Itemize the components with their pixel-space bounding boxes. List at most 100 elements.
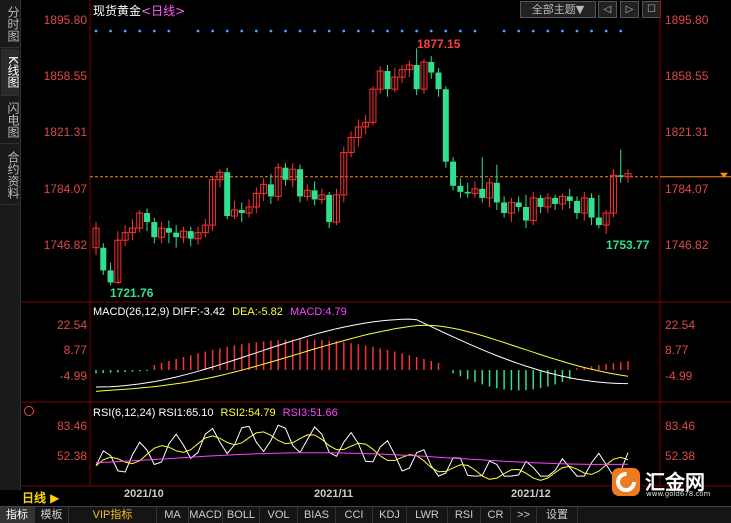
tab-lwr[interactable]: LWR	[407, 507, 448, 523]
signal-dot	[444, 29, 448, 33]
tab-cr[interactable]: CR	[481, 507, 511, 523]
candle-body	[573, 200, 580, 214]
signal-dot	[196, 29, 200, 33]
rsi3-line	[95, 452, 629, 465]
candle-body	[537, 197, 544, 207]
macd-diff: DIFF:-3.42	[172, 306, 226, 318]
candle-body	[493, 182, 500, 203]
candle-body	[595, 217, 602, 226]
signal-dot	[590, 29, 593, 33]
candle-body	[457, 185, 464, 192]
candle-body	[413, 65, 420, 90]
signal-dot	[356, 29, 360, 33]
rsi-tick-left: 52.38	[56, 449, 87, 463]
candle-body	[566, 196, 573, 201]
candle-body	[107, 270, 114, 283]
candle-body	[428, 61, 435, 73]
price-tick-left: 1821.31	[43, 125, 87, 139]
rsi-legend: RSI(6,12,24) RSI1:65.10 RSI2:54.79 RSI3:…	[93, 407, 338, 419]
signal-dot	[400, 29, 404, 33]
rsi3-value: RSI3:51.66	[282, 407, 338, 419]
signal-dot	[298, 29, 302, 33]
signal-dot	[94, 29, 98, 33]
tab-bias[interactable]: BIAS	[298, 507, 336, 523]
tab-indicators[interactable]: 指标	[0, 507, 35, 523]
signal-dot	[109, 29, 112, 33]
rsi2-line	[95, 431, 629, 481]
signal-dot	[561, 29, 564, 33]
signal-dot	[604, 29, 608, 33]
chart-canvas[interactable]	[0, 0, 731, 522]
low-annotation: 1721.76	[110, 286, 154, 300]
rsi-tick-right: 52.38	[665, 449, 696, 463]
tab-cci[interactable]: CCI	[336, 507, 373, 523]
candle-body	[267, 184, 274, 197]
rsi2-value: RSI2:54.79	[220, 407, 276, 419]
candle-body	[588, 197, 595, 218]
tab-vip-indicators[interactable]: VIP指标	[69, 507, 157, 523]
price-tick-right: 1746.82	[665, 238, 709, 252]
candle-body	[173, 232, 180, 238]
candle-body	[552, 197, 559, 204]
period-selector[interactable]: 日线 ▶	[22, 489, 59, 506]
signal-dot	[473, 29, 477, 33]
tab-rsi[interactable]: RSI	[448, 507, 481, 523]
date-label: 2021/12	[511, 488, 551, 500]
candle-body	[100, 247, 107, 271]
rsi-name: RSI(6,12,24)	[93, 407, 156, 419]
tab-more[interactable]: >>	[511, 507, 537, 523]
signal-dot	[415, 29, 419, 33]
macd-value: MACD:4.79	[289, 306, 347, 318]
tab-ma[interactable]: MA	[157, 507, 189, 523]
indicator-lines	[95, 318, 629, 481]
price-tick-right: 1895.80	[665, 13, 709, 27]
signal-dot	[167, 29, 171, 33]
signal-dot	[123, 29, 127, 33]
candle-body	[144, 213, 151, 223]
signal-dot	[342, 29, 346, 33]
price-tick-right: 1784.07	[665, 182, 709, 196]
signal-dot	[371, 29, 375, 33]
candlesticks	[92, 48, 632, 286]
signal-dot	[284, 29, 287, 33]
signal-dot	[211, 29, 215, 33]
signal-dot	[531, 29, 535, 33]
price-tick-left: 1895.80	[43, 13, 87, 27]
tab-settings[interactable]: 设置	[537, 507, 578, 523]
tab-macd[interactable]: MACD	[189, 507, 223, 523]
candle-body	[282, 167, 289, 180]
signal-dot	[254, 29, 258, 33]
signal-dot	[313, 29, 317, 33]
signal-dot	[138, 29, 142, 33]
candle-body	[617, 175, 624, 177]
tab-kdj[interactable]: KDJ	[373, 507, 407, 523]
macd-name: MACD(26,12,9)	[93, 306, 170, 318]
tab-templates[interactable]: 模板	[35, 507, 69, 523]
price-tick-left: 1858.55	[43, 69, 87, 83]
signal-dot	[502, 29, 506, 33]
recent-low-annotation: 1753.77	[606, 238, 650, 252]
signal-dot	[240, 29, 244, 33]
candle-body	[522, 206, 529, 221]
candle-body	[464, 191, 471, 194]
signal-dot	[386, 29, 389, 33]
macd-tick-left: 22.54	[56, 318, 87, 332]
tab-vol[interactable]: VOL	[260, 507, 298, 523]
macd-histogram	[95, 339, 629, 391]
logo-url: www.gold678.com	[646, 490, 711, 498]
macd-tick-left: -4.99	[59, 369, 87, 383]
logo-icon	[612, 468, 640, 496]
price-tick-right: 1821.31	[665, 125, 709, 139]
indicator-settings-icon[interactable]	[24, 406, 34, 416]
candle-body	[187, 231, 194, 239]
signal-dot	[517, 29, 521, 33]
macd-dea: DEA:-5.82	[232, 306, 283, 318]
tab-boll[interactable]: BOLL	[223, 507, 260, 523]
price-tick-right: 1858.55	[665, 69, 709, 83]
signal-dot	[327, 29, 331, 33]
candle-body	[501, 202, 508, 214]
candle-body	[224, 172, 231, 217]
signal-dot	[269, 29, 273, 33]
candle-body	[311, 190, 318, 200]
candle-body	[435, 72, 442, 90]
